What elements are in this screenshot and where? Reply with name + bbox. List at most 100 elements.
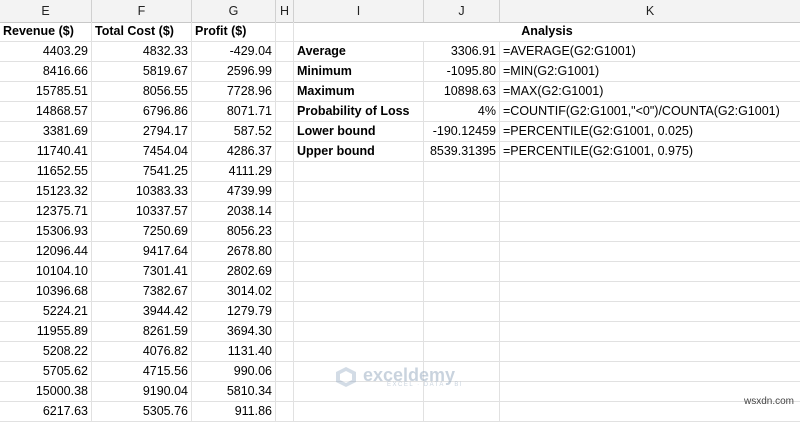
total-cost-cell[interactable]: 5305.76: [92, 402, 192, 421]
profit-cell[interactable]: 990.06: [192, 362, 276, 381]
cell[interactable]: [424, 262, 500, 281]
profit-cell[interactable]: 4739.99: [192, 182, 276, 201]
cell[interactable]: [294, 322, 424, 341]
total-cost-cell[interactable]: 5819.67: [92, 62, 192, 81]
revenue-cell[interactable]: 15785.51: [0, 82, 92, 101]
revenue-cell[interactable]: 5705.62: [0, 362, 92, 381]
cell[interactable]: [424, 342, 500, 361]
analysis-value[interactable]: -190.12459: [424, 122, 500, 141]
analysis-formula[interactable]: =COUNTIF(G2:G1001,"<0")/COUNTA(G2:G1001): [500, 102, 800, 121]
revenue-cell[interactable]: 8416.66: [0, 62, 92, 81]
revenue-cell[interactable]: 10396.68: [0, 282, 92, 301]
cell[interactable]: [294, 182, 424, 201]
cell[interactable]: [424, 302, 500, 321]
total-cost-cell[interactable]: 10383.33: [92, 182, 192, 201]
analysis-label[interactable]: Lower bound: [294, 122, 424, 141]
profit-cell[interactable]: 1131.40: [192, 342, 276, 361]
cell[interactable]: [276, 262, 294, 281]
cell[interactable]: [276, 102, 294, 121]
revenue-cell[interactable]: 12096.44: [0, 242, 92, 261]
cell[interactable]: [276, 322, 294, 341]
cell[interactable]: [294, 162, 424, 181]
revenue-cell[interactable]: 11652.55: [0, 162, 92, 181]
cell[interactable]: [500, 342, 800, 361]
analysis-formula[interactable]: =MIN(G2:G1001): [500, 62, 800, 81]
total-cost-cell[interactable]: 7301.41: [92, 262, 192, 281]
header-revenue[interactable]: Revenue ($): [0, 22, 92, 41]
column-header-i[interactable]: I: [294, 0, 424, 22]
revenue-cell[interactable]: 5208.22: [0, 342, 92, 361]
analysis-value[interactable]: 8539.31395: [424, 142, 500, 161]
cell[interactable]: [294, 222, 424, 241]
column-header-h[interactable]: H: [276, 0, 294, 22]
cell[interactable]: [276, 302, 294, 321]
revenue-cell[interactable]: 15306.93: [0, 222, 92, 241]
revenue-cell[interactable]: 3381.69: [0, 122, 92, 141]
cell[interactable]: [500, 202, 800, 221]
total-cost-cell[interactable]: 7541.25: [92, 162, 192, 181]
analysis-value[interactable]: 4%: [424, 102, 500, 121]
profit-cell[interactable]: 2678.80: [192, 242, 276, 261]
profit-cell[interactable]: 2038.14: [192, 202, 276, 221]
cell[interactable]: [500, 262, 800, 281]
cell[interactable]: [276, 142, 294, 161]
profit-cell[interactable]: 5810.34: [192, 382, 276, 401]
column-header-k[interactable]: K: [500, 0, 800, 22]
cell[interactable]: [424, 182, 500, 201]
analysis-label[interactable]: Probability of Loss: [294, 102, 424, 121]
cell[interactable]: [424, 322, 500, 341]
header-profit[interactable]: Profit ($): [192, 22, 276, 41]
profit-cell[interactable]: 2802.69: [192, 262, 276, 281]
total-cost-cell[interactable]: 8056.55: [92, 82, 192, 101]
analysis-formula[interactable]: =PERCENTILE(G2:G1001, 0.975): [500, 142, 800, 161]
revenue-cell[interactable]: 4403.29: [0, 42, 92, 61]
cell[interactable]: [276, 342, 294, 361]
cell[interactable]: [276, 282, 294, 301]
total-cost-cell[interactable]: 4715.56: [92, 362, 192, 381]
profit-cell[interactable]: 4286.37: [192, 142, 276, 161]
cell[interactable]: [424, 242, 500, 261]
cell[interactable]: [276, 402, 294, 421]
cell[interactable]: [500, 162, 800, 181]
cell[interactable]: [294, 342, 424, 361]
profit-cell[interactable]: 2596.99: [192, 62, 276, 81]
revenue-cell[interactable]: 11955.89: [0, 322, 92, 341]
revenue-cell[interactable]: 6217.63: [0, 402, 92, 421]
cell[interactable]: [276, 42, 294, 61]
profit-cell[interactable]: 4111.29: [192, 162, 276, 181]
revenue-cell[interactable]: 15123.32: [0, 182, 92, 201]
total-cost-cell[interactable]: 9190.04: [92, 382, 192, 401]
column-header-j[interactable]: J: [424, 0, 500, 22]
analysis-value[interactable]: 10898.63: [424, 82, 500, 101]
revenue-cell[interactable]: 15000.38: [0, 382, 92, 401]
cell[interactable]: [276, 182, 294, 201]
total-cost-cell[interactable]: 7250.69: [92, 222, 192, 241]
cell[interactable]: [276, 122, 294, 141]
total-cost-cell[interactable]: 2794.17: [92, 122, 192, 141]
profit-cell[interactable]: 587.52: [192, 122, 276, 141]
total-cost-cell[interactable]: 10337.57: [92, 202, 192, 221]
analysis-value[interactable]: 3306.91: [424, 42, 500, 61]
analysis-label[interactable]: Average: [294, 42, 424, 61]
total-cost-cell[interactable]: 8261.59: [92, 322, 192, 341]
analysis-formula[interactable]: =PERCENTILE(G2:G1001, 0.025): [500, 122, 800, 141]
cell[interactable]: [500, 182, 800, 201]
cell[interactable]: [276, 362, 294, 381]
total-cost-cell[interactable]: 4076.82: [92, 342, 192, 361]
profit-cell[interactable]: 3014.02: [192, 282, 276, 301]
column-header-g[interactable]: G: [192, 0, 276, 22]
total-cost-cell[interactable]: 7382.67: [92, 282, 192, 301]
cell[interactable]: [294, 302, 424, 321]
profit-cell[interactable]: 8071.71: [192, 102, 276, 121]
cell[interactable]: [424, 402, 500, 421]
revenue-cell[interactable]: 11740.41: [0, 142, 92, 161]
cell[interactable]: [276, 22, 294, 41]
column-header-f[interactable]: F: [92, 0, 192, 22]
cell[interactable]: [500, 242, 800, 261]
total-cost-cell[interactable]: 3944.42: [92, 302, 192, 321]
cell[interactable]: [500, 302, 800, 321]
column-header-e[interactable]: E: [0, 0, 92, 22]
revenue-cell[interactable]: 12375.71: [0, 202, 92, 221]
profit-cell[interactable]: 7728.96: [192, 82, 276, 101]
cell[interactable]: [276, 202, 294, 221]
